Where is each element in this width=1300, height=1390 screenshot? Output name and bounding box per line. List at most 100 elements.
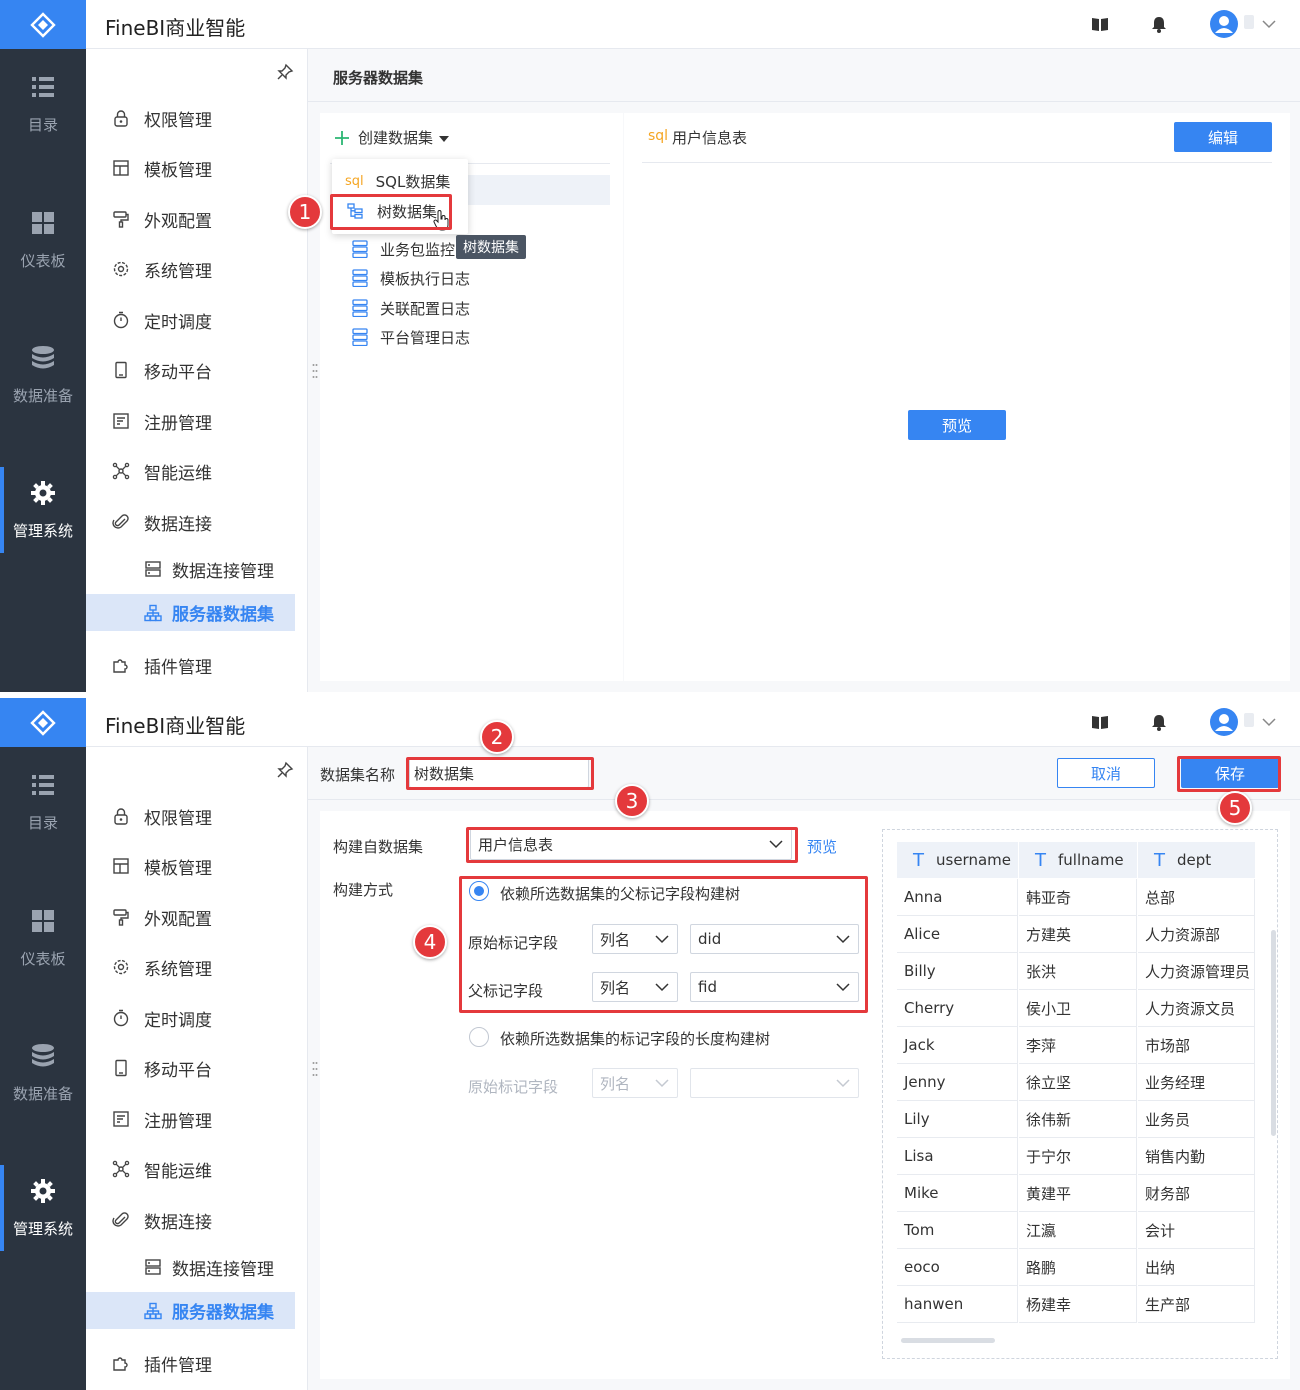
rail-label: 管理系统 [12, 521, 73, 540]
pin-icon[interactable] [276, 761, 294, 779]
create-dataset-label: 创建数据集 [358, 129, 434, 147]
table-cell: eoco [897, 1249, 1018, 1286]
column-header[interactable]: Tfullname [1019, 842, 1137, 878]
sidebar-item-mobile[interactable]: 移动平台 [86, 1048, 308, 1088]
user-icon [1215, 714, 1233, 731]
rail-item-dashboard[interactable]: 仪表板 [0, 185, 86, 295]
sidebar-item-dataconn[interactable]: 数据连接 [86, 1200, 308, 1240]
sidebar-item-plugin[interactable]: 插件管理 [86, 1343, 308, 1383]
mobile-icon [115, 361, 127, 379]
hierarchy-icon [144, 604, 162, 621]
horizontal-scrollbar[interactable] [901, 1338, 995, 1343]
rail-item-catalog[interactable]: 目录 [0, 747, 86, 857]
sidebar-item-label: 模板管理 [144, 858, 212, 879]
menu-item-sql-dataset[interactable]: sql SQL数据集 [332, 166, 468, 196]
sidebar-item-template[interactable]: 模板管理 [86, 846, 308, 886]
preview-link[interactable]: 预览 [807, 836, 837, 857]
table-cell: 于宁尔 [1019, 1138, 1137, 1175]
sidebar-item-label: 权限管理 [144, 110, 212, 131]
sidebar-item-server-dataset[interactable]: 服务器数据集 [86, 594, 295, 631]
sidebar-item-dataconn-manage[interactable]: 数据连接管理 [86, 549, 308, 589]
rail-item-admin[interactable]: 管理系统 [0, 455, 86, 565]
divider [642, 162, 1272, 163]
radio-field-length[interactable] [469, 1027, 489, 1047]
sidebar-item-appearance[interactable]: 外观配置 [86, 897, 308, 937]
table-cell: Jenny [897, 1064, 1018, 1101]
chevron-down-icon[interactable] [1262, 718, 1276, 727]
list-item[interactable]: 业务包监控日 [352, 237, 470, 261]
sidebar-item-permission[interactable]: 权限管理 [86, 796, 308, 836]
sidebar-item-label: 数据连接管理 [172, 1259, 274, 1280]
rail-item-admin[interactable]: 管理系统 [0, 1153, 86, 1263]
table-cell: Lily [897, 1101, 1018, 1138]
source-dataset-label: 构建自数据集 [333, 838, 424, 856]
sidebar-item-ops[interactable]: 智能运维 [86, 1149, 308, 1189]
sidebar-item-dataconn[interactable]: 数据连接 [86, 502, 308, 542]
table-cell: 人力资源管理员 [1138, 953, 1255, 990]
vertical-scrollbar[interactable] [1271, 930, 1276, 1136]
list-item[interactable]: 关联配置日志 [352, 296, 470, 320]
avatar[interactable] [1210, 10, 1238, 38]
column-header[interactable]: Tdept [1138, 842, 1255, 878]
sidebar-item-label: 插件管理 [144, 657, 212, 678]
sidebar-item-permission[interactable]: 权限管理 [86, 98, 308, 138]
preview-button[interactable]: 预览 [908, 410, 1006, 440]
sidebar-item-label: 外观配置 [144, 211, 212, 232]
sidebar-item-template[interactable]: 模板管理 [86, 148, 308, 188]
bell-icon[interactable] [1150, 713, 1168, 731]
book-icon[interactable] [1091, 713, 1109, 731]
column-header-label: username [936, 851, 1011, 869]
bell-icon[interactable] [1150, 15, 1168, 33]
sidebar-item-appearance[interactable]: 外观配置 [86, 199, 308, 239]
rail-item-dashboard[interactable]: 仪表板 [0, 883, 86, 993]
table-cell: 业务员 [1138, 1101, 1255, 1138]
avatar[interactable] [1210, 708, 1238, 736]
sidebar-item-schedule[interactable]: 定时调度 [86, 998, 308, 1038]
sidebar-item-system[interactable]: 系统管理 [86, 947, 308, 987]
dataset-detail-card: sql 用户信息表 编辑 预览 [624, 113, 1290, 681]
list-item[interactable]: 模板执行日志 [352, 266, 470, 290]
plus-icon [335, 130, 349, 145]
table-cell: 杨建幸 [1019, 1286, 1137, 1323]
text-type-icon: T [913, 849, 924, 871]
sidebar-item-label: 系统管理 [144, 959, 212, 980]
table-cell: 会计 [1138, 1212, 1255, 1249]
cancel-button[interactable]: 取消 [1057, 758, 1155, 788]
rail-item-data-prep[interactable]: 数据准备 [0, 1018, 86, 1128]
book-icon[interactable] [1091, 15, 1109, 33]
step-badge: 3 [615, 784, 649, 818]
top-bar: FineBI商业智能 [86, 698, 1300, 747]
create-dataset-button[interactable]: 创建数据集 [334, 127, 450, 148]
edit-button[interactable]: 编辑 [1174, 122, 1272, 152]
list-icon [32, 76, 54, 97]
sidebar-item-plugin[interactable]: 插件管理 [86, 645, 308, 685]
sidebar-item-system[interactable]: 系统管理 [86, 249, 308, 289]
sidebar-item-mobile[interactable]: 移动平台 [86, 350, 308, 390]
app-logo[interactable] [0, 698, 86, 747]
sidebar-item-server-dataset[interactable]: 服务器数据集 [86, 1292, 295, 1329]
panel-create-dataset: 目录 仪表板 数据准备 管理系统 FineBI商业智能 权限管理 模板管理 外观… [0, 0, 1300, 692]
sidebar-item-label: 数据连接 [144, 514, 212, 535]
rail-item-data-prep[interactable]: 数据准备 [0, 320, 86, 430]
sidebar-item-register[interactable]: 注册管理 [86, 401, 308, 441]
gear-icon [31, 1178, 55, 1203]
rail-item-catalog[interactable]: 目录 [0, 49, 86, 159]
list-item[interactable]: 平台管理日志 [352, 325, 470, 349]
sidebar-item-dataconn-manage[interactable]: 数据连接管理 [86, 1247, 308, 1287]
rail-label: 数据准备 [12, 1084, 73, 1103]
paperclip-icon [112, 1212, 129, 1227]
pin-icon[interactable] [276, 63, 294, 81]
main-area: 数据集名称 树数据集 取消 保存 构建自数据集 用户信息表 预览 构建方式 依赖… [308, 747, 1300, 1390]
chevron-down-icon[interactable] [1262, 20, 1276, 29]
rail-label: 管理系统 [12, 1219, 73, 1238]
sidebar-item-ops[interactable]: 智能运维 [86, 451, 308, 491]
table-cell: Alice [897, 916, 1018, 953]
app-logo[interactable] [0, 0, 86, 49]
table-cell: 徐立坚 [1019, 1064, 1137, 1101]
sidebar-item-schedule[interactable]: 定时调度 [86, 300, 308, 340]
column-header[interactable]: Tusername [897, 842, 1018, 878]
sidebar-item-register[interactable]: 注册管理 [86, 1099, 308, 1139]
original-field-label-disabled: 原始标记字段 [468, 1078, 559, 1096]
table-cell: 人力资源部 [1138, 916, 1255, 953]
table-cell: 出纳 [1138, 1249, 1255, 1286]
